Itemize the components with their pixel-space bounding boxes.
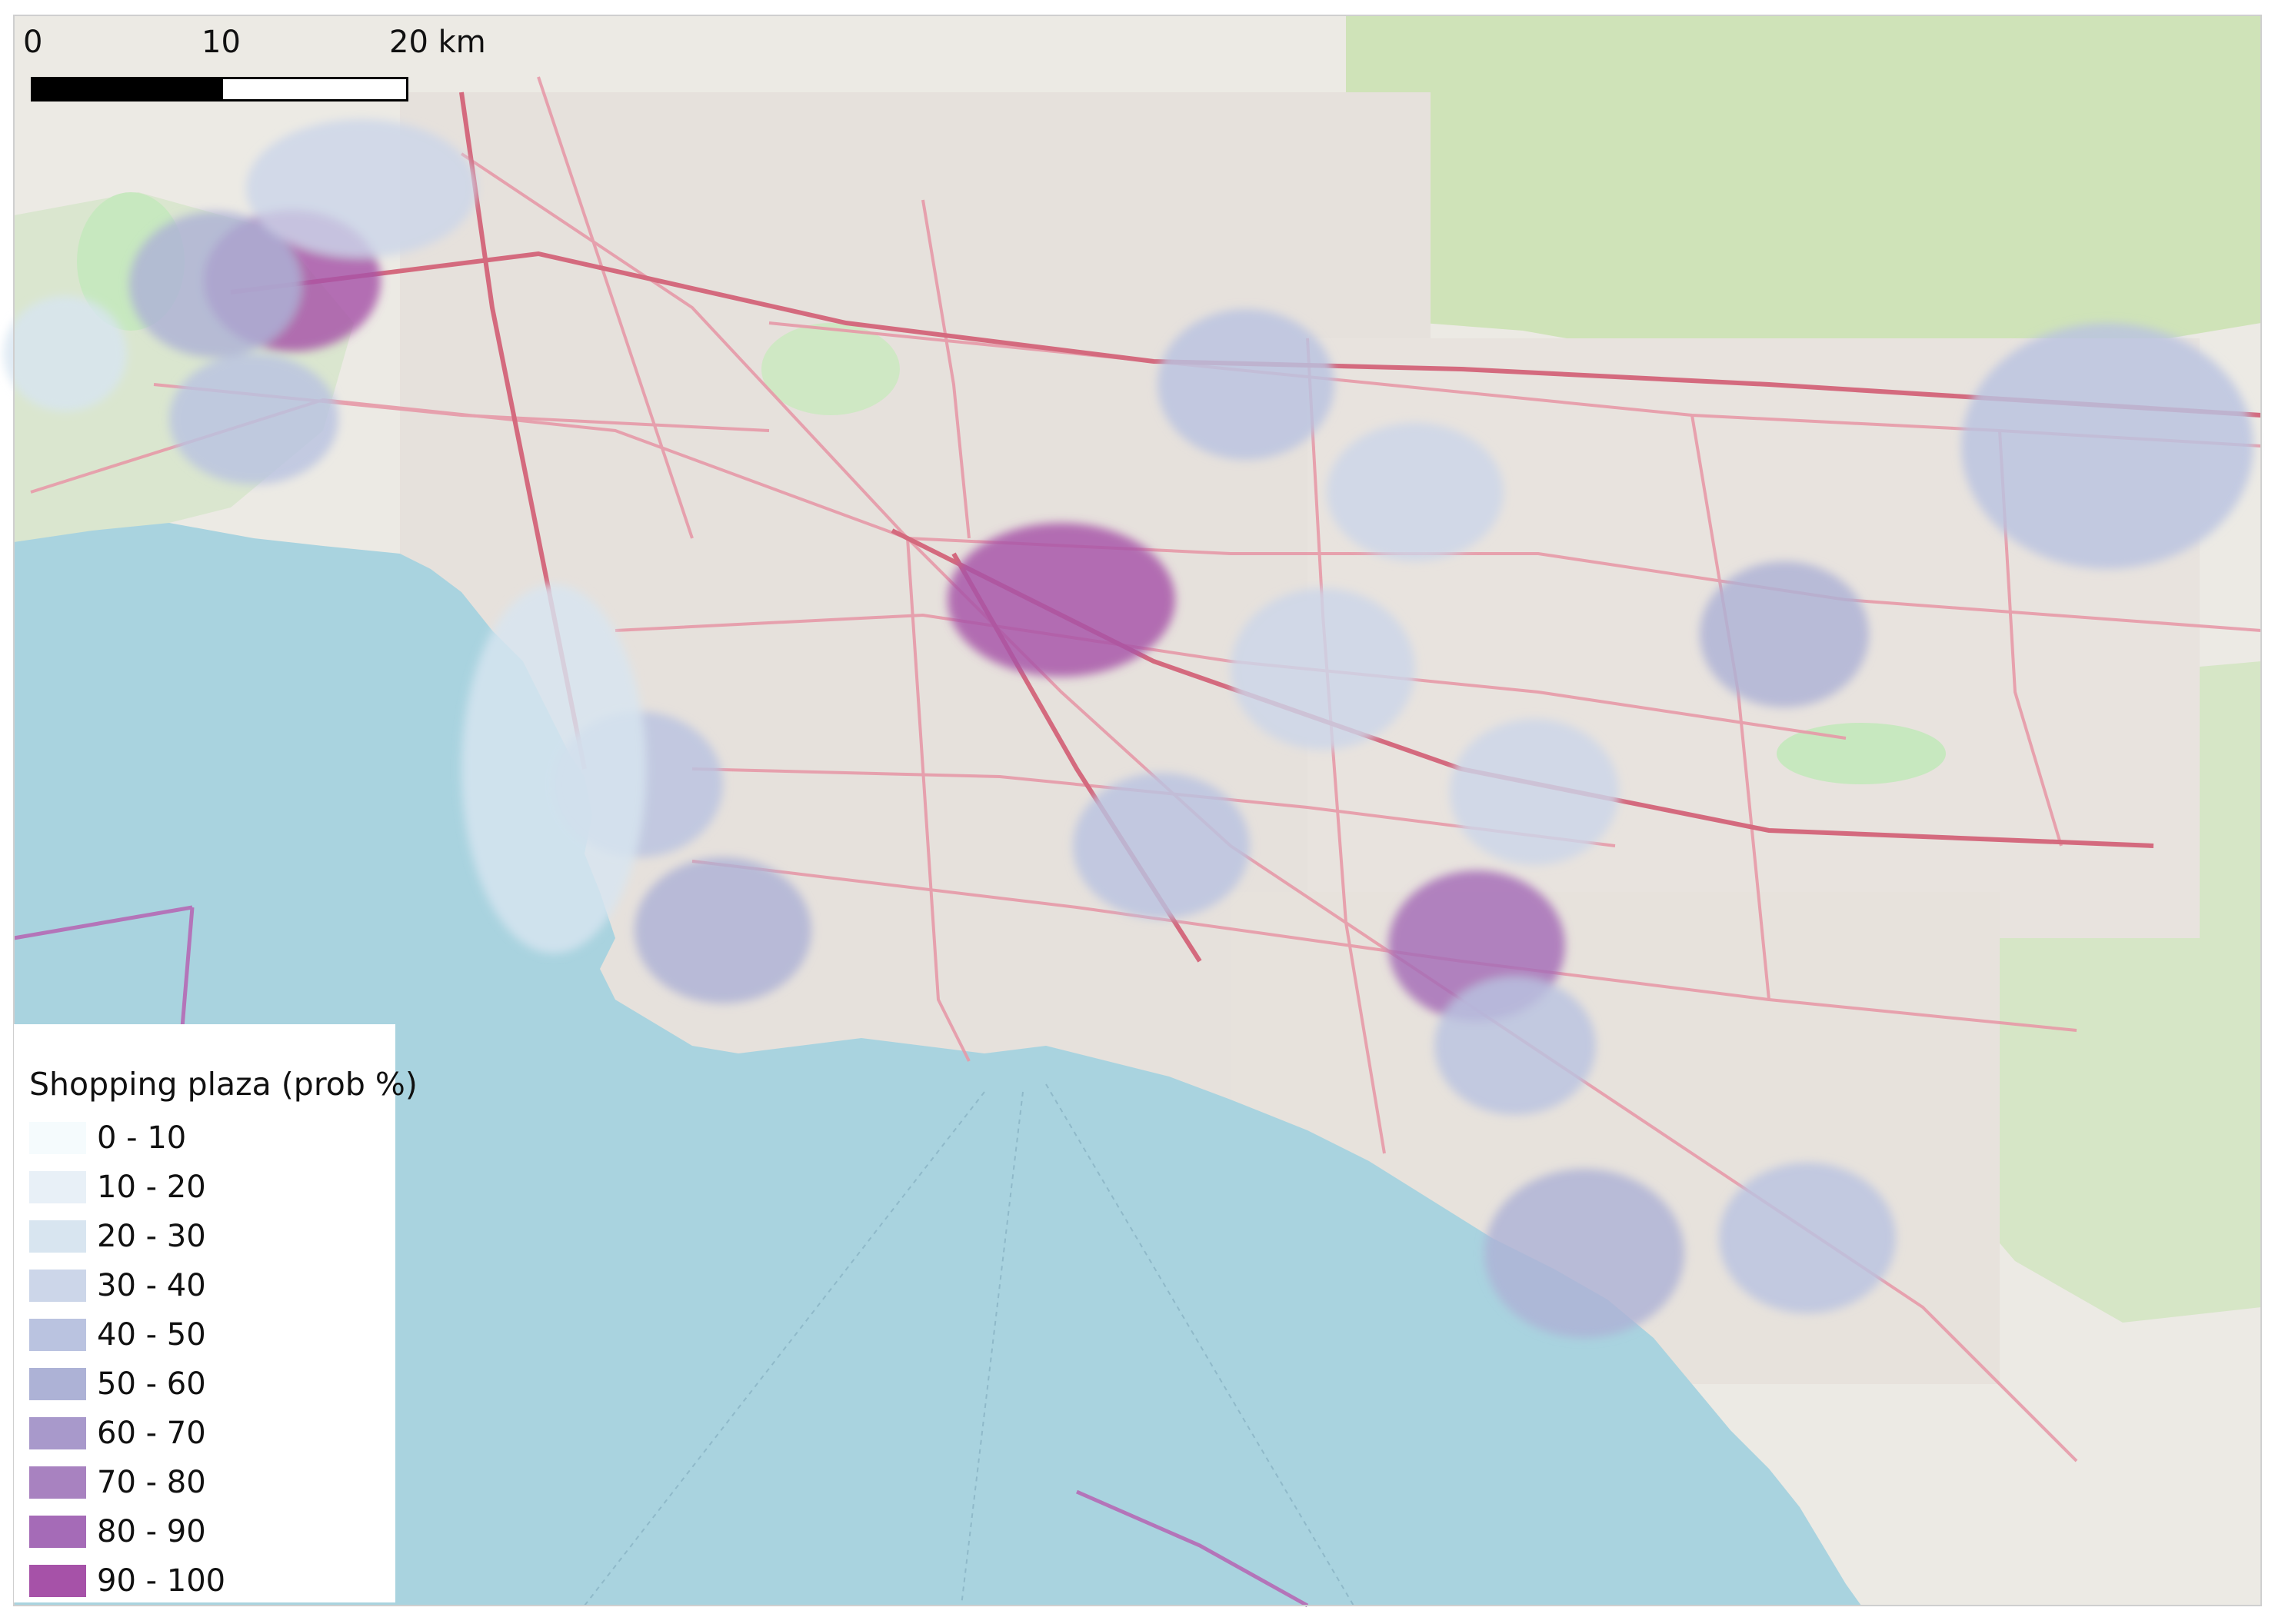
hotspot-arcadia-temple-city: [1157, 309, 1334, 460]
legend-swatch: [29, 1368, 86, 1400]
legend-label: 50 - 60: [97, 1366, 206, 1402]
legend-item: 50 - 60: [29, 1359, 395, 1409]
legend-label: 20 - 30: [97, 1219, 206, 1254]
scale-label-20-km: 20 km: [389, 25, 486, 60]
hotspot-laguna-hills: [1719, 1163, 1896, 1313]
legend-item: 40 - 50: [29, 1310, 395, 1359]
legend-item: 30 - 40: [29, 1261, 395, 1310]
legend-item: 20 - 30: [29, 1212, 395, 1261]
scale-label-10: 10: [202, 25, 241, 60]
hotspot-lakewood-cerritos: [1073, 773, 1250, 919]
legend-item: 0 - 10: [29, 1113, 395, 1163]
park-area: [761, 323, 900, 415]
legend-swatch: [29, 1466, 86, 1499]
legend-item: 60 - 70: [29, 1409, 395, 1458]
legend-swatch: [29, 1220, 86, 1253]
map-frame: 0 10 20 km Shopping plaza (prob %) 0 - 1…: [0, 0, 2275, 1624]
legend-swatch: [29, 1270, 86, 1302]
legend-label: 90 - 100: [97, 1563, 226, 1599]
legend-swatch: [29, 1319, 86, 1351]
legend-label: 10 - 20: [97, 1170, 206, 1205]
hotspot-woodland-hills: [169, 354, 338, 484]
legend: Shopping plaza (prob %) 0 - 10 10 - 20 20 …: [14, 1024, 418, 1602]
scale-label-0: 0: [23, 25, 43, 60]
hotspot-coastal-waters: [461, 584, 646, 953]
hotspot-calabasas: [4, 296, 127, 411]
hotspot-north-valley: [246, 119, 477, 258]
legend-label: 40 - 50: [97, 1317, 206, 1353]
legend-label: 70 - 80: [97, 1465, 206, 1500]
legend-swatch: [29, 1417, 86, 1449]
legend-label: 60 - 70: [97, 1416, 206, 1451]
legend-swatch: [29, 1171, 86, 1203]
legend-rows: 0 - 10 10 - 20 20 - 30 30 - 40 40 - 50 50 - 6…: [29, 1113, 395, 1606]
legend-label: 30 - 40: [97, 1268, 206, 1303]
hotspot-costa-mesa-irvine: [1484, 1169, 1684, 1338]
legend-item: 10 - 20: [29, 1163, 395, 1212]
legend-label: 80 - 90: [97, 1514, 206, 1549]
legend-item: 80 - 90: [29, 1507, 395, 1556]
legend-title: Shopping plaza (prob %): [29, 1066, 418, 1103]
legend-item: 70 - 80: [29, 1458, 395, 1507]
legend-label: 0 - 10: [97, 1120, 187, 1156]
scale-bar-white-segment: [221, 77, 408, 102]
hotspot-brea-fullerton: [1450, 719, 1619, 865]
hotspot-torrance: [635, 857, 811, 1003]
hotspot-rancho-cucamonga-ontario: [1961, 323, 2253, 569]
legend-swatch: [29, 1565, 86, 1597]
hotspot-whittier: [1231, 588, 1415, 750]
hotspot-west-covina: [1327, 423, 1504, 561]
hotspot-santa-ana: [1434, 977, 1596, 1115]
hotspot-vernon-commerce: [948, 523, 1175, 677]
legend-swatch: [29, 1122, 86, 1154]
legend-swatch: [29, 1516, 86, 1548]
scale-bar-black-segment: [31, 77, 223, 102]
hotspot-chino-hills: [1700, 561, 1869, 707]
legend-item: 90 - 100: [29, 1556, 395, 1606]
forest-area: [1346, 15, 2261, 361]
